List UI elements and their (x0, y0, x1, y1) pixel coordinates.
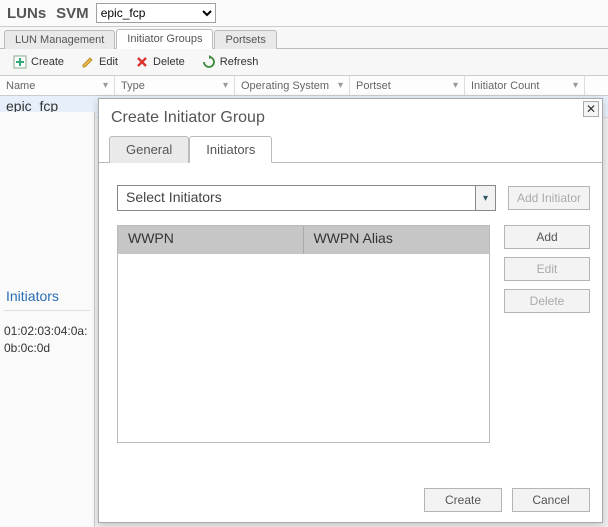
wwpn-table-header: WWPN WWPN Alias (118, 226, 489, 254)
col-label: Name (6, 80, 35, 92)
svm-label: SVM (55, 4, 90, 23)
col-wwpn-alias[interactable]: WWPN Alias (304, 226, 490, 254)
svm-select[interactable]: epic_fcp (96, 3, 216, 23)
close-button[interactable]: ✕ (583, 101, 599, 117)
col-label: Portset (356, 80, 391, 92)
create-dialog-button[interactable]: Create (424, 488, 502, 512)
col-label: Operating System (241, 80, 329, 92)
refresh-button[interactable]: Refresh (195, 52, 266, 72)
create-initiator-dialog: ✕ Create Initiator Group General Initiat… (98, 98, 603, 523)
edit-row-button[interactable]: Edit (504, 257, 590, 281)
col-wwpn[interactable]: WWPN (118, 226, 304, 254)
tab-portsets[interactable]: Portsets (214, 30, 276, 49)
initiators-panel: Initiators 01:02:03:04:0a:0b:0c:0d (0, 112, 95, 527)
grid-header: Name ▾ Type ▾ Operating System ▾ Portset ▾ I… (0, 76, 608, 96)
edit-label: Edit (99, 56, 118, 68)
inner-body: WWPN WWPN Alias Add Edit Delete (117, 225, 590, 443)
top-bar: LUNs SVM epic_fcp (0, 0, 608, 27)
tab-general[interactable]: General (109, 136, 189, 163)
chevron-down-icon[interactable]: ▾ (475, 186, 495, 210)
x-icon (135, 55, 149, 69)
tab-label: Initiators (206, 142, 255, 157)
filter-icon[interactable]: ▾ (338, 80, 343, 91)
add-initiator-button[interactable]: Add Initiator (508, 186, 590, 210)
initiators-panel-title: Initiators (4, 284, 90, 311)
tab-label: Portsets (225, 34, 265, 46)
close-icon: ✕ (586, 102, 596, 116)
luns-label: LUNs (6, 4, 47, 23)
filter-icon[interactable]: ▾ (573, 80, 578, 91)
select-row: Select Initiators ▾ Add Initiator (117, 185, 590, 211)
filter-icon[interactable]: ▾ (453, 80, 458, 91)
plus-icon (13, 55, 27, 69)
dialog-title: Create Initiator Group (99, 99, 602, 135)
col-portset-header[interactable]: Portset ▾ (350, 76, 465, 95)
refresh-icon (202, 55, 216, 69)
col-os-header[interactable]: Operating System ▾ (235, 76, 350, 95)
col-label: Type (121, 80, 145, 92)
wwpn-table-body (118, 254, 489, 442)
dialog-body: Select Initiators ▾ Add Initiator WWPN W… (99, 163, 602, 453)
tab-lun-management[interactable]: LUN Management (4, 30, 115, 49)
col-label: Initiator Count (471, 80, 539, 92)
tab-initiator-groups[interactable]: Initiator Groups (116, 29, 213, 49)
filter-icon[interactable]: ▾ (223, 80, 228, 91)
initiator-item[interactable]: 01:02:03:04:0a:0b:0c:0d (4, 311, 90, 357)
delete-label: Delete (153, 56, 185, 68)
dialog-tabs: General Initiators (99, 135, 602, 163)
wwpn-table: WWPN WWPN Alias (117, 225, 490, 443)
toolbar: Create Edit Delete Refresh (0, 49, 608, 76)
tab-label: Initiator Groups (127, 33, 202, 45)
tab-initiators[interactable]: Initiators (189, 136, 272, 163)
main-tabs: LUN Management Initiator Groups Portsets (0, 27, 608, 49)
tab-label: LUN Management (15, 34, 104, 46)
delete-row-button[interactable]: Delete (504, 289, 590, 313)
refresh-label: Refresh (220, 56, 259, 68)
filter-icon[interactable]: ▾ (103, 80, 108, 91)
cancel-button[interactable]: Cancel (512, 488, 590, 512)
create-button[interactable]: Create (6, 52, 71, 72)
dialog-footer: Create Cancel (424, 488, 590, 512)
edit-button[interactable]: Edit (74, 52, 125, 72)
side-buttons: Add Edit Delete (504, 225, 590, 443)
tab-label: General (126, 142, 172, 157)
col-name-header[interactable]: Name ▾ (0, 76, 115, 95)
delete-button[interactable]: Delete (128, 52, 192, 72)
add-button[interactable]: Add (504, 225, 590, 249)
col-initcount-header[interactable]: Initiator Count ▾ (465, 76, 585, 95)
combo-text: Select Initiators (118, 186, 475, 210)
create-label: Create (31, 56, 64, 68)
select-initiators-combo[interactable]: Select Initiators ▾ (117, 185, 496, 211)
pencil-icon (81, 55, 95, 69)
col-type-header[interactable]: Type ▾ (115, 76, 235, 95)
